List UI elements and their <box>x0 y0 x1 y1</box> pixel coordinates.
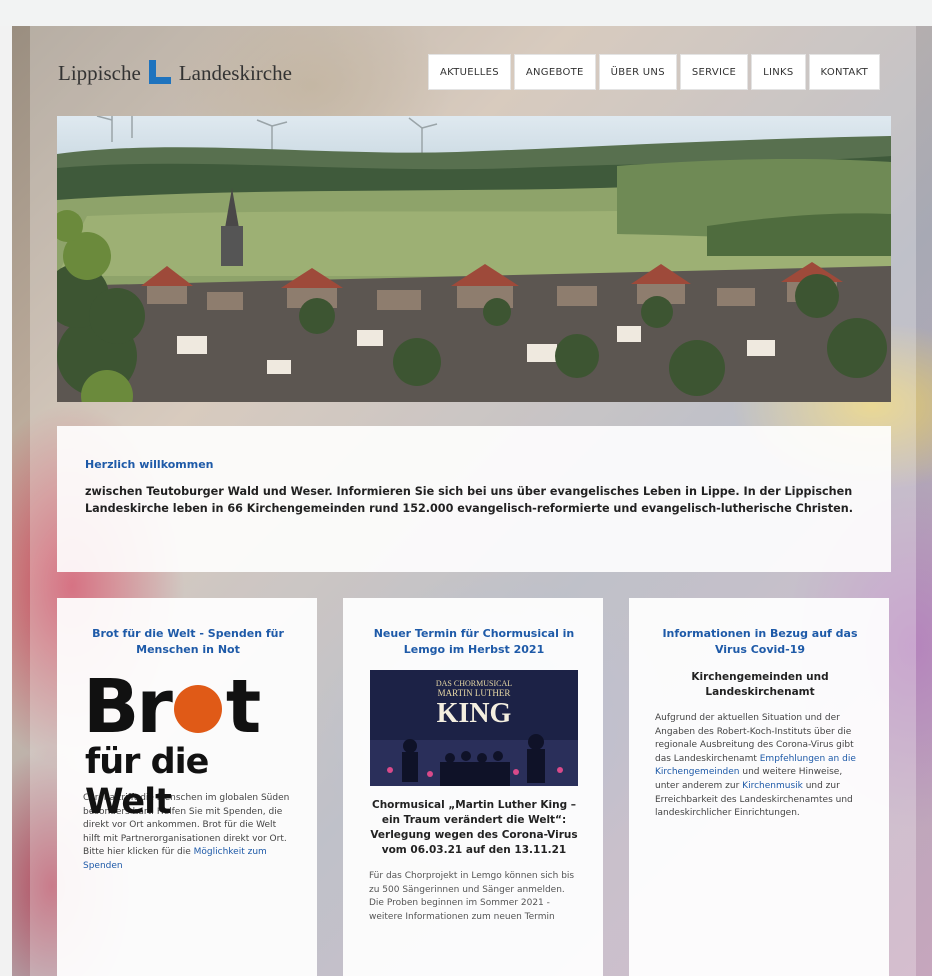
image-text-1: DAS CHORMUSICAL <box>436 679 512 688</box>
card-title[interactable]: Brot für die Welt - Spenden für Menschen… <box>83 626 293 658</box>
card-subtitle: Kirchengemeinden und Landeskirchenamt <box>691 671 829 698</box>
card-text: Für das Chorprojekt in Lemgo können sich… <box>369 871 575 922</box>
card-covid-info: Informationen in Bezug auf das Virus Cov… <box>629 598 889 976</box>
image-text-2: MARTIN LUTHER <box>438 688 511 698</box>
hero-image <box>57 116 891 402</box>
card-title[interactable]: Informationen in Bezug auf das Virus Cov… <box>655 626 865 658</box>
nav-aktuelles[interactable]: AKTUELLES <box>428 54 511 90</box>
welcome-title: Herzlich willkommen <box>85 458 214 471</box>
card-chormusical: Neuer Termin für Chormusical in Lemgo im… <box>343 598 603 976</box>
card-text: Aufgrund der aktuellen Situation und der… <box>655 712 865 821</box>
nav-angebote[interactable]: ANGEBOTE <box>513 54 596 90</box>
logo-text-right: Landeskirche <box>178 60 292 85</box>
card-brot-fuer-die-welt: Brot für die Welt - Spenden für Menschen… <box>57 598 317 976</box>
logo-brot-text-b: t <box>225 664 261 750</box>
nav-links[interactable]: LINKS <box>751 54 806 90</box>
image-text-3: KING <box>437 698 512 729</box>
welcome-box: Herzlich willkommen zwischen Teutoburger… <box>57 426 891 572</box>
logo-text-left: Lippische <box>58 60 141 85</box>
logo-fuer-die-welt-text: für die Welt <box>85 742 209 822</box>
brot-fuer-die-welt-logo[interactable]: Br t für die Welt <box>83 664 293 822</box>
logo-mark-icon <box>147 60 173 86</box>
main-navigation: AKTUELLES ANGEBOTE ÜBER UNS SERVICE LINK… <box>428 54 881 90</box>
card-subtitle: Chormusical „Martin Luther King – ein Tr… <box>370 799 578 856</box>
church-music-link[interactable]: Kirchenmusik <box>742 781 803 791</box>
card-title[interactable]: Neuer Termin für Chormusical in Lemgo im… <box>369 626 579 658</box>
nav-service[interactable]: SERVICE <box>679 54 749 90</box>
king-musical-image[interactable]: DAS CHORMUSICAL MARTIN LUTHER KING <box>370 670 578 786</box>
nav-kontakt[interactable]: KONTAKT <box>808 54 881 90</box>
top-strip <box>0 0 932 26</box>
nav-ueber-uns[interactable]: ÜBER UNS <box>598 54 677 90</box>
welcome-text: zwischen Teutoburger Wald und Weser. Inf… <box>85 485 853 515</box>
logo-brot-text-a: Br <box>83 664 173 750</box>
logo-orange-o <box>173 685 222 733</box>
site-logo[interactable]: Lippische Landeskirche <box>58 56 292 90</box>
landscape-illustration <box>57 116 891 402</box>
